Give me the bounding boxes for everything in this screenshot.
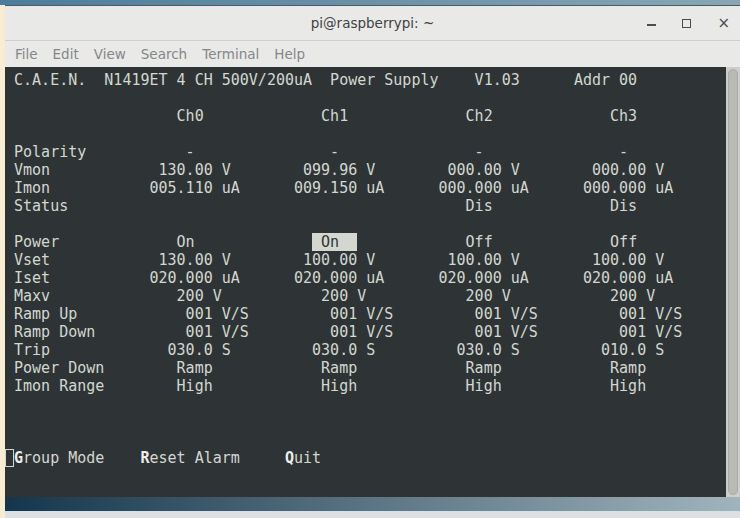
menu-view[interactable]: View: [94, 46, 126, 62]
menu-help[interactable]: Help: [274, 46, 305, 62]
maximize-icon[interactable]: [682, 19, 691, 28]
terminal-row: Power On On Off Off: [5, 233, 637, 251]
menu-terminal[interactable]: Terminal: [202, 46, 259, 62]
terminal-row: Maxv 200 V 200 V 200 V 200 V: [5, 287, 655, 305]
terminal-viewport[interactable]: C.A.E.N. N1419ET 4 CH 500V/200uA Power S…: [5, 67, 726, 497]
scrollbar[interactable]: [726, 67, 740, 497]
terminal-row: Imon 005.110 uA 009.150 uA 000.000 uA 00…: [5, 179, 673, 197]
menubar: File Edit View Search Terminal Help: [5, 40, 740, 67]
terminal-row: Status Dis Dis: [5, 197, 637, 215]
menu-file[interactable]: File: [15, 46, 38, 62]
menu-search[interactable]: Search: [141, 46, 187, 62]
minimize-icon[interactable]: [647, 24, 656, 26]
terminal-window: pi@raspberrypi: ~ × File Edit View Searc…: [5, 5, 740, 497]
terminal-row: Vset 130.00 V 100.00 V 100.00 V 100.00 V: [5, 251, 664, 269]
scrollbar-thumb[interactable]: [728, 69, 738, 495]
terminal-row: Iset 020.000 uA 020.000 uA 020.000 uA 02…: [5, 269, 673, 287]
terminal-row: Trip 030.0 S 030.0 S 030.0 S 010.0 S: [5, 341, 664, 359]
desktop-wallpaper-bottom-light: [5, 511, 740, 518]
terminal-row: Polarity - - - -: [5, 143, 628, 161]
menu-edit[interactable]: Edit: [53, 46, 79, 62]
terminal-cursor: [5, 449, 14, 467]
terminal-row: Group Mode Reset Alarm Quit: [5, 449, 321, 467]
terminal-row: Power Down Ramp Ramp Ramp Ramp: [5, 359, 646, 377]
terminal-row: C.A.E.N. N1419ET 4 CH 500V/200uA Power S…: [5, 71, 637, 89]
titlebar[interactable]: pi@raspberrypi: ~ ×: [5, 5, 740, 40]
window-title: pi@raspberrypi: ~: [5, 15, 740, 31]
close-icon[interactable]: ×: [717, 16, 730, 31]
terminal-row: Ch0 Ch1 Ch2 Ch3: [5, 107, 637, 125]
terminal-screen: C.A.E.N. N1419ET 4 CH 500V/200uA Power S…: [5, 71, 682, 467]
terminal-row: Ramp Down 001 V/S 001 V/S 001 V/S 001 V/…: [5, 323, 682, 341]
terminal-row: Ramp Up 001 V/S 001 V/S 001 V/S 001 V/S: [5, 305, 682, 323]
terminal-row: Vmon 130.00 V 099.96 V 000.00 V 000.00 V: [5, 161, 664, 179]
desktop-wallpaper-bottom: [5, 497, 740, 511]
terminal-row: Imon Range High High High High: [5, 377, 646, 395]
